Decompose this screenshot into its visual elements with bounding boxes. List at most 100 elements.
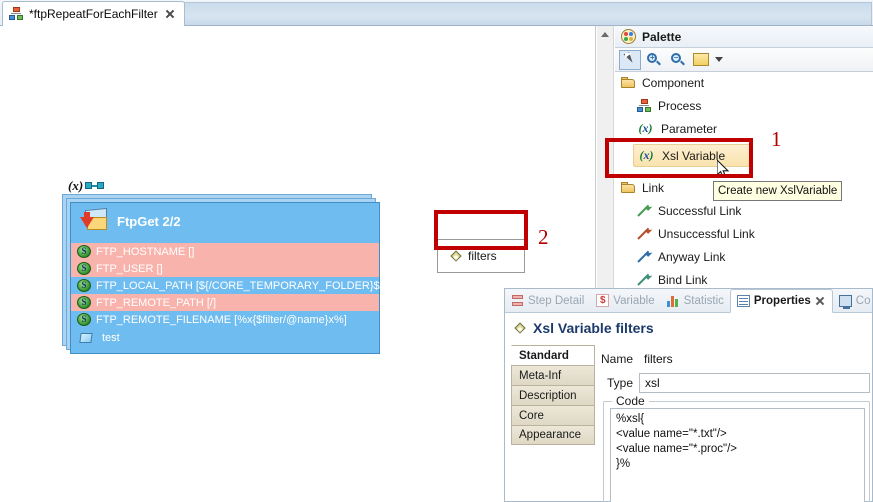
node-param-row[interactable]: S FTP_HOSTNAME [] <box>71 243 379 260</box>
folder-open-icon <box>621 77 636 89</box>
string-param-icon: S <box>77 279 91 292</box>
palette-item-label: Unsuccessful Link <box>658 226 755 241</box>
cursor-icon[interactable] <box>619 49 641 70</box>
folder-icon <box>79 332 93 344</box>
tab-label: Statistic <box>683 294 724 307</box>
eclipse-window: *ftpRepeatForEachFilter (x) FtpGet 2/2 S… <box>0 0 873 502</box>
palette-item-successful-link[interactable]: Successful Link <box>615 199 873 222</box>
process-icon <box>9 7 23 21</box>
palette-item-process[interactable]: Process <box>615 94 873 117</box>
name-input[interactable]: filters <box>639 349 870 369</box>
string-param-icon: S <box>77 245 91 258</box>
node-param-row[interactable]: test <box>71 328 379 348</box>
xsl-variable-diamond-icon <box>450 250 462 262</box>
node-param-row[interactable]: S FTP_LOCAL_PATH [${/CORE_TEMPORARY_FOLD… <box>71 277 401 294</box>
editor-tab-ftprepeatforeachfilter[interactable]: *ftpRepeatForEachFilter <box>2 1 185 26</box>
palette-item-label: Bind Link <box>658 272 708 287</box>
tab-label: Co <box>855 294 871 307</box>
code-editor[interactable]: %xsl{ <value name="*.txt"/> <value name=… <box>610 408 865 502</box>
palette-item-unsuccessful-link[interactable]: Unsuccessful Link <box>615 222 873 245</box>
side-tab-label: Appearance <box>519 429 582 441</box>
side-tab-core[interactable]: Core <box>511 405 595 425</box>
side-tab-appearance[interactable]: Appearance <box>511 425 595 445</box>
editor-tab-label: *ftpRepeatForEachFilter <box>29 7 158 21</box>
variable-dollar-icon: $ <box>596 294 610 307</box>
side-tab-label: Description <box>519 389 577 402</box>
ftpget-node[interactable]: FtpGet 2/2 S FTP_HOSTNAME [] S FTP_USER … <box>62 194 401 354</box>
name-field-label: Name <box>600 352 633 366</box>
node-param-row[interactable]: S FTP_REMOTE_FILENAME [%x{$filter/@name}… <box>71 311 379 328</box>
properties-icon <box>736 295 750 307</box>
palette-header: Palette <box>615 26 873 48</box>
type-field-label: Type <box>606 376 633 390</box>
xsl-variable-pin[interactable]: (x) <box>68 178 105 194</box>
string-param-icon: S <box>77 262 91 275</box>
code-group: Code %xsl{ <value name="*.txt"/> <value … <box>603 394 870 502</box>
palette-toolbar: + – <box>615 48 873 72</box>
tab-statistic[interactable]: Statistic <box>661 289 730 312</box>
close-icon[interactable] <box>815 296 826 307</box>
parameter-icon: (x) <box>638 121 653 135</box>
tab-step-detail[interactable]: Step Detail <box>505 289 590 312</box>
node-param-row[interactable]: S FTP_REMOTE_PATH [/] <box>71 294 379 311</box>
step-detail-icon <box>511 294 524 307</box>
ftp-get-icon <box>79 207 111 239</box>
type-input[interactable]: xsl <box>639 373 870 393</box>
editor-tab-bar-filler <box>168 2 872 25</box>
side-tab-label: Core <box>519 409 544 422</box>
name-field-row: Name filters <box>595 347 872 371</box>
tab-properties[interactable]: Properties <box>729 289 833 313</box>
palette-group-label: Component <box>642 76 705 90</box>
successful-link-icon <box>637 202 653 218</box>
scroll-up-icon[interactable] <box>601 32 609 37</box>
properties-form: Name filters Type xsl Code %xsl{ <value … <box>595 343 872 502</box>
string-param-icon: S <box>77 313 91 326</box>
tab-label: Properties <box>753 295 811 307</box>
process-icon <box>637 98 651 113</box>
palette-tooltip: Create new XslVariable <box>713 181 843 201</box>
xsl-variable-pin-icon: (x) <box>68 178 84 193</box>
editor-tab-bar: *ftpRepeatForEachFilter <box>0 0 873 26</box>
tab-label: Step Detail <box>528 294 585 307</box>
type-field-row: Type xsl <box>595 371 872 395</box>
zoom-in-icon[interactable]: + <box>643 50 665 70</box>
node-param-label: FTP_HOSTNAME [] <box>96 245 195 258</box>
node-body[interactable]: FtpGet 2/2 S FTP_HOSTNAME [] S FTP_USER … <box>70 202 401 354</box>
side-tab-standard[interactable]: Standard <box>511 345 595 365</box>
node-param-label: FTP_USER [] <box>96 262 163 275</box>
properties-tab-bar: Step Detail $ Variable Statistic Propert… <box>505 289 872 313</box>
xsl-variable-diamond-icon <box>514 322 526 334</box>
code-group-label: Code <box>612 394 649 408</box>
note-icon[interactable] <box>691 50 711 70</box>
annotation-box-1 <box>605 138 753 178</box>
node-param-label: FTP_REMOTE_FILENAME [%x{$filter/@name}x%… <box>96 313 347 326</box>
palette-item-label: Process <box>658 98 702 113</box>
tab-variable[interactable]: $ Variable <box>590 289 660 312</box>
palette-item-label: Successful Link <box>658 203 742 218</box>
properties-heading: Xsl Variable filters <box>505 313 872 343</box>
console-icon <box>838 294 852 309</box>
palette-item-label: Parameter <box>661 121 718 136</box>
zoom-out-icon[interactable]: – <box>667 50 689 70</box>
side-tab-label: Meta-Inf <box>519 369 562 382</box>
tab-console[interactable]: Co <box>833 289 873 312</box>
annotation-number-1: 1 <box>771 127 782 151</box>
tab-label: Variable <box>613 294 655 307</box>
annotation-number-2: 2 <box>538 225 549 249</box>
palette-item-parameter[interactable]: (x) Parameter <box>615 117 873 140</box>
palette-group-label: Link <box>642 181 665 195</box>
properties-view: Step Detail $ Variable Statistic Propert… <box>504 288 873 502</box>
close-icon[interactable] <box>164 8 176 20</box>
side-tab-meta-inf[interactable]: Meta-Inf <box>511 365 595 385</box>
palette-item-anyway-link[interactable]: Anyway Link <box>615 245 873 268</box>
statistic-icon <box>666 295 680 307</box>
string-param-icon: S <box>77 296 91 309</box>
chevron-down-icon[interactable] <box>715 57 723 62</box>
palette-title: Palette <box>642 29 682 44</box>
annotation-box-2 <box>434 210 528 250</box>
node-param-row[interactable]: S FTP_USER [] <box>71 260 379 277</box>
unsuccessful-link-icon <box>637 225 653 241</box>
palette-group-component[interactable]: Component <box>615 72 873 94</box>
side-tab-description[interactable]: Description <box>511 385 595 405</box>
properties-body: Standard Meta-Inf Description Core Appea… <box>505 343 872 502</box>
